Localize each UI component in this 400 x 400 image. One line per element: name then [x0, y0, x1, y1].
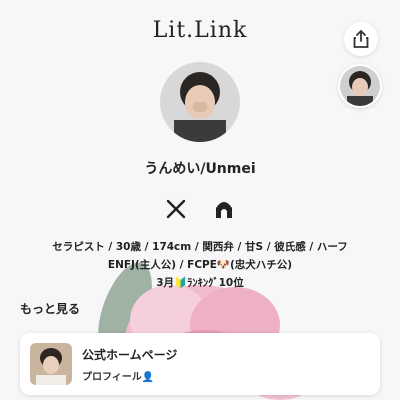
- small-avatar[interactable]: [338, 64, 382, 108]
- profile-bio: セラピスト / 30歳 / 174cm / 関西弁 / 甘S / 彼氏感 / ハ…: [0, 238, 400, 292]
- social-links: [0, 196, 400, 222]
- link-card-official-homepage[interactable]: 公式ホームページ プロフィール👤: [20, 333, 380, 395]
- link-card-subtitle: プロフィール👤: [82, 372, 155, 383]
- bio-line: セラピスト / 30歳 / 174cm / 関西弁 / 甘S / 彼氏感 / ハ…: [52, 241, 348, 253]
- profile-avatar: [160, 62, 240, 142]
- link-card-thumbnail: [30, 343, 72, 385]
- bio-line: ENFJ(主人公) / FCPE🐶(忠犬ハチ公): [107, 259, 293, 271]
- share-button[interactable]: [344, 22, 378, 56]
- link-card-title: 公式ホームページ: [82, 348, 178, 362]
- see-more-label: もっと見る: [20, 302, 81, 316]
- linktree-like-icon[interactable]: [211, 196, 237, 222]
- x-logo-icon[interactable]: [163, 196, 189, 222]
- app-logo[interactable]: Lit.Link: [0, 18, 400, 43]
- profile-name: うんめい/Unmei: [144, 161, 256, 177]
- bio-line: 3月🔰ﾗﾝｷﾝｸﾞ10位: [156, 277, 244, 289]
- share-icon: [353, 30, 369, 48]
